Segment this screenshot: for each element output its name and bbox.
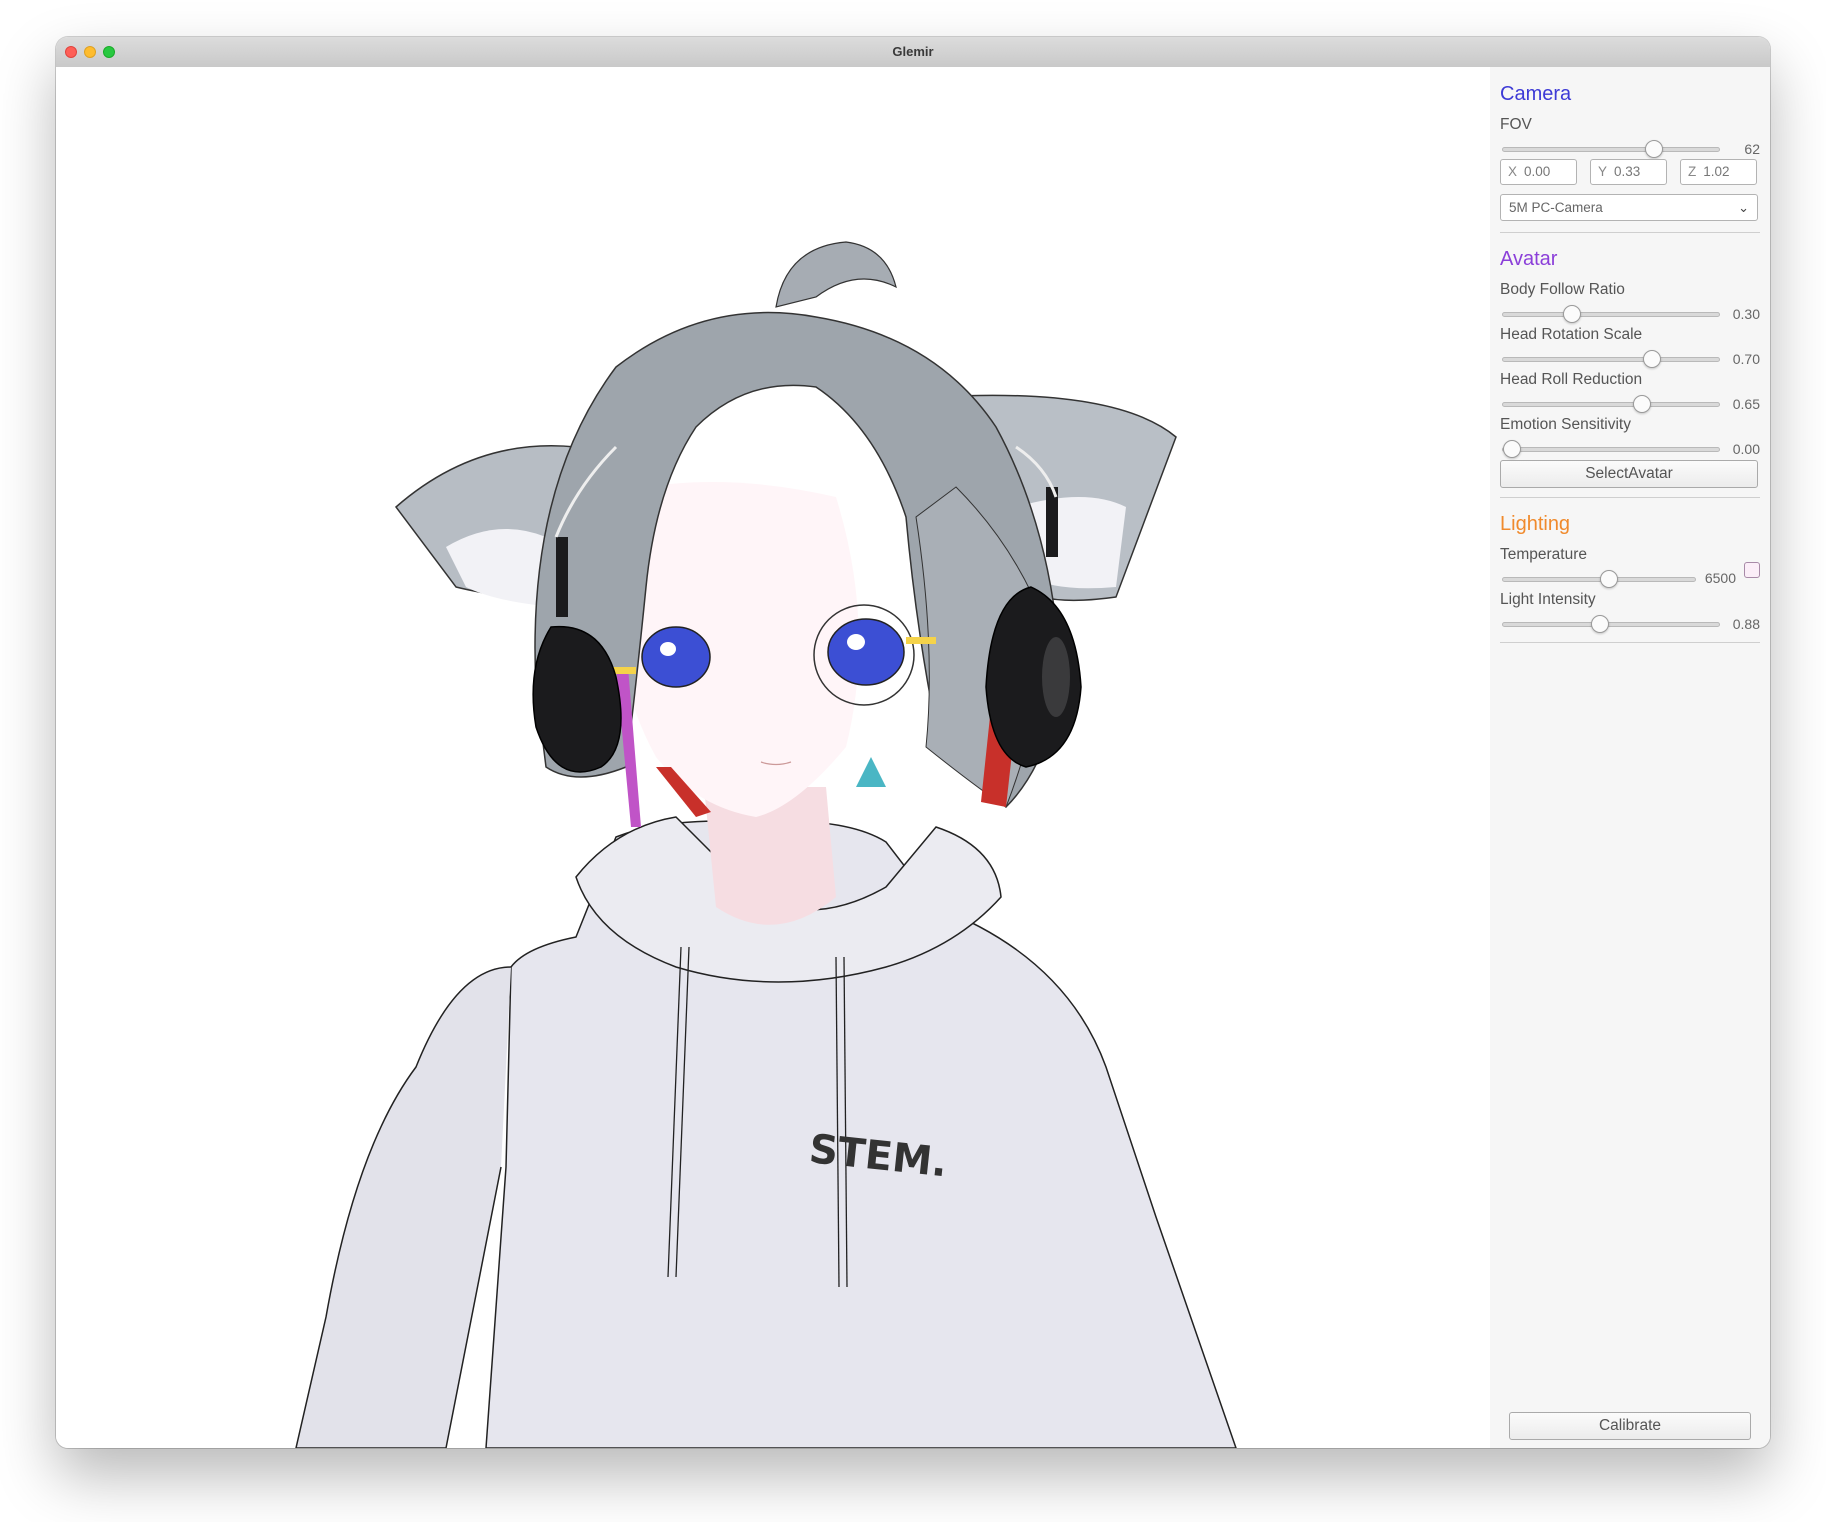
- body-follow-ratio-slider[interactable]: [1502, 305, 1720, 323]
- camera-z-value: 1.02: [1703, 164, 1730, 179]
- light-intensity-slider[interactable]: [1502, 615, 1720, 633]
- camera-y-field[interactable]: Y 0.33: [1590, 159, 1667, 185]
- body-follow-ratio-thumb[interactable]: [1563, 305, 1581, 323]
- app-window: Glemir STEM. Camera FOV 62 X 0.00 Y 0.33…: [56, 37, 1770, 1448]
- camera-device-value: 5M PC-Camera: [1509, 200, 1603, 215]
- x-axis-label: X: [1508, 164, 1518, 179]
- emotion-sensitivity-value: 0.00: [1732, 441, 1760, 457]
- divider: [1500, 232, 1760, 233]
- title-bar: Glemir: [56, 37, 1770, 68]
- window-title: Glemir: [892, 44, 934, 59]
- head-rotation-scale-slider[interactable]: [1502, 350, 1720, 368]
- temperature-label: Temperature: [1500, 546, 1588, 563]
- camera-x-value: 0.00: [1524, 164, 1551, 179]
- head-rotation-scale-thumb[interactable]: [1643, 350, 1661, 368]
- y-axis-label: Y: [1598, 164, 1608, 179]
- light-intensity-label: Light Intensity: [1500, 591, 1596, 608]
- head-roll-reduction-label: Head Roll Reduction: [1500, 371, 1643, 388]
- temperature-slider[interactable]: [1502, 570, 1696, 588]
- right-eye: [827, 618, 905, 686]
- light-intensity-value: 0.88: [1732, 616, 1760, 632]
- body-follow-ratio-label: Body Follow Ratio: [1500, 281, 1625, 298]
- body-follow-ratio-value: 0.30: [1732, 306, 1760, 322]
- head-roll-reduction-slider[interactable]: [1502, 395, 1720, 413]
- calibrate-button[interactable]: Calibrate: [1509, 1412, 1751, 1440]
- fov-value: 62: [1744, 141, 1760, 157]
- camera-z-field[interactable]: Z 1.02: [1680, 159, 1757, 185]
- chevron-down-icon: ⌄: [1738, 200, 1749, 215]
- fov-slider[interactable]: [1502, 140, 1720, 158]
- emotion-sensitivity-slider[interactable]: [1502, 440, 1720, 458]
- fov-slider-thumb[interactable]: [1645, 140, 1663, 158]
- camera-x-field[interactable]: X 0.00: [1500, 159, 1577, 185]
- left-eye: [641, 626, 711, 688]
- emotion-sensitivity-label: Emotion Sensitivity: [1500, 416, 1631, 433]
- divider: [1500, 642, 1760, 643]
- divider: [1500, 497, 1760, 498]
- camera-y-value: 0.33: [1614, 164, 1641, 179]
- head-roll-reduction-thumb[interactable]: [1633, 395, 1651, 413]
- fov-label: FOV: [1500, 116, 1532, 133]
- emotion-sensitivity-thumb[interactable]: [1503, 440, 1521, 458]
- head-rotation-scale-label: Head Rotation Scale: [1500, 326, 1643, 343]
- camera-device-select[interactable]: 5M PC-Camera ⌄: [1500, 194, 1758, 221]
- light-intensity-thumb[interactable]: [1591, 615, 1609, 633]
- lighting-heading: Lighting: [1500, 513, 1571, 535]
- camera-heading: Camera: [1500, 83, 1572, 105]
- select-avatar-button[interactable]: SelectAvatar: [1500, 460, 1758, 488]
- temperature-value: 6500: [1704, 570, 1736, 586]
- avatar-viewport[interactable]: STEM.: [56, 67, 1490, 1448]
- head-roll-reduction-value: 0.65: [1732, 396, 1760, 412]
- settings-panel: Camera FOV 62 X 0.00 Y 0.33 Z 1.02 5M PC-Ca…: [1490, 67, 1770, 1448]
- z-axis-label: Z: [1688, 164, 1697, 179]
- avatar-render: STEM.: [295, 241, 1237, 1448]
- avatar-heading: Avatar: [1500, 248, 1558, 270]
- head-rotation-scale-value: 0.70: [1732, 351, 1760, 367]
- temperature-color-swatch[interactable]: [1744, 562, 1760, 578]
- temperature-thumb[interactable]: [1599, 570, 1618, 588]
